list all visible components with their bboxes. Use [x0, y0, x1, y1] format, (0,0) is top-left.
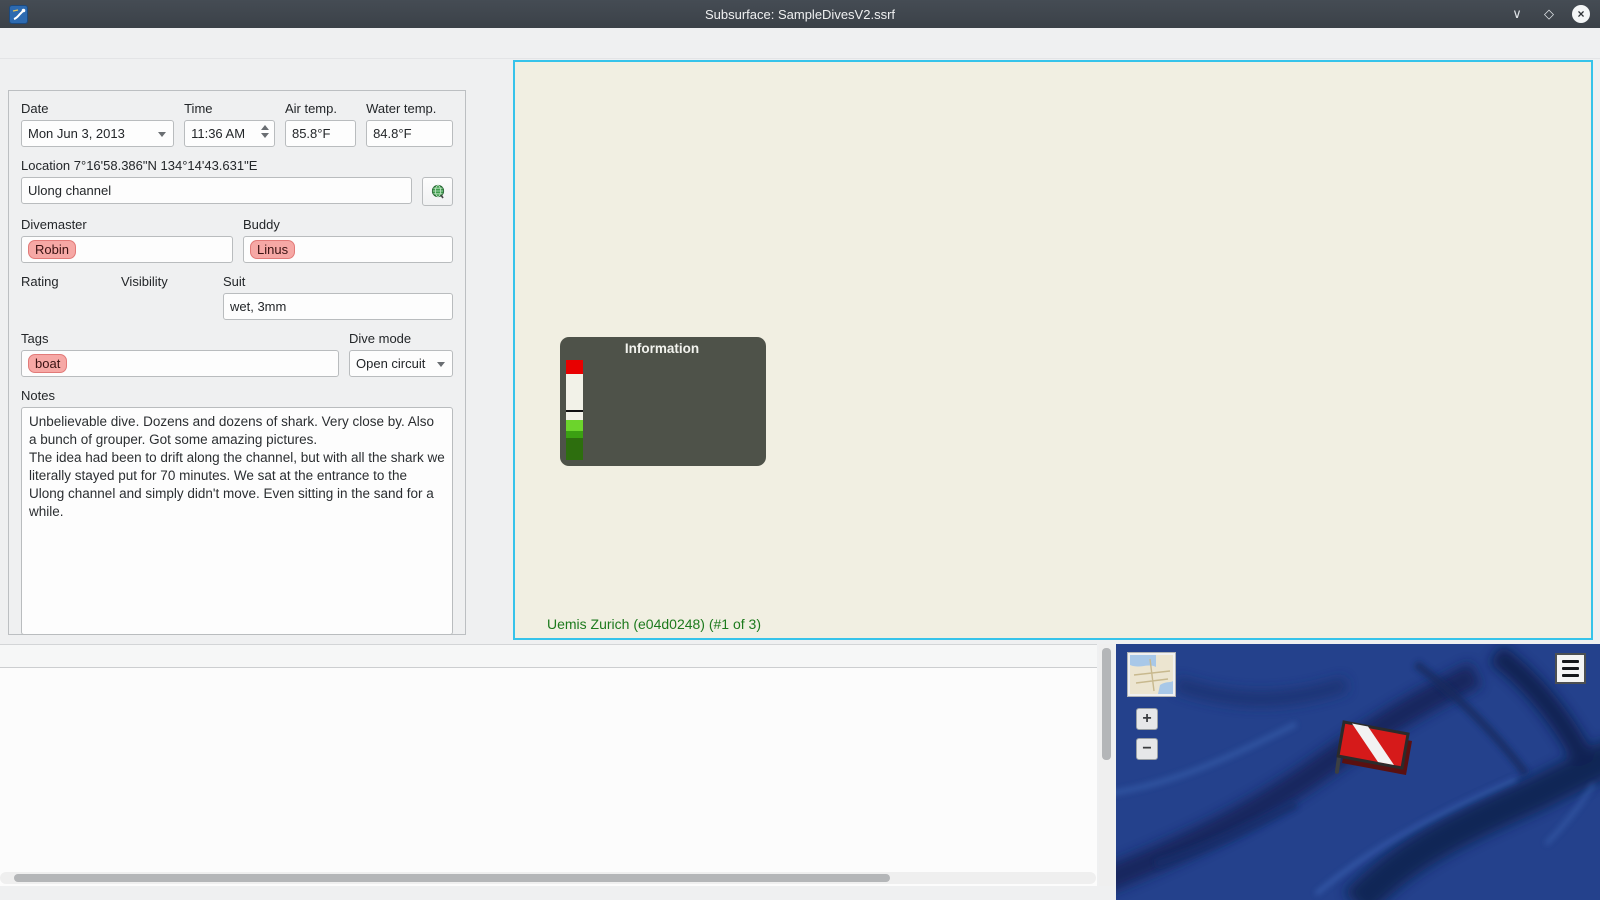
- dive-list: [0, 644, 1097, 886]
- divemaster-label: Divemaster: [21, 217, 87, 232]
- spinner-arrows-icon[interactable]: [260, 125, 269, 138]
- chevron-down-icon: [158, 132, 167, 137]
- map-zoom-out-button[interactable]: −: [1136, 738, 1158, 760]
- map-canvas[interactable]: [1116, 644, 1600, 900]
- buddy-tag[interactable]: Linus: [250, 240, 296, 259]
- buddy-label: Buddy: [243, 217, 280, 232]
- menu-bar: [0, 28, 1600, 59]
- horizontal-scrollbar[interactable]: [0, 872, 1096, 884]
- profile-infobox: Information: [560, 337, 766, 466]
- tab-bar: [8, 62, 466, 91]
- map-menu-button[interactable]: [1555, 653, 1586, 684]
- overview-minimap[interactable]: [1127, 652, 1176, 697]
- globe-button[interactable]: [422, 177, 453, 206]
- notes-label: Notes: [21, 388, 55, 403]
- title-bar: Subsurface: SampleDivesV2.ssrf ∨ ◇ ×: [0, 0, 1600, 28]
- date-combobox[interactable]: Mon Jun 3, 2013: [21, 120, 175, 147]
- dive-list-header[interactable]: [0, 645, 1097, 668]
- map-zoom-in-button[interactable]: +: [1136, 708, 1158, 730]
- visibility-label: Visibility: [121, 274, 168, 289]
- dive-computer-label: Uemis Zurich (e04d0248) (#1 of 3): [547, 616, 761, 632]
- maximize-button[interactable]: ◇: [1540, 5, 1558, 23]
- close-button[interactable]: ×: [1572, 5, 1590, 23]
- tags-label: Tags: [21, 331, 49, 346]
- infobox-title: Information: [624, 341, 700, 356]
- divemode-label: Dive mode: [349, 331, 412, 346]
- vertical-scrollbar[interactable]: [1099, 644, 1114, 886]
- time-label: Time: [184, 101, 213, 116]
- tags-input[interactable]: boat: [21, 350, 339, 377]
- watertemp-label: Water temp.: [366, 101, 437, 116]
- globe-icon: [431, 184, 444, 198]
- suit-input[interactable]: wet, 3mm: [223, 293, 453, 320]
- chevron-down-icon: [437, 362, 445, 367]
- location-label: Location 7°16'58.386"N 134°14'43.631"E: [21, 158, 258, 173]
- divemode-combobox[interactable]: Open circuit: [349, 350, 453, 377]
- divemaster-tag[interactable]: Robin: [28, 240, 76, 259]
- time-spinbox[interactable]: 11:36 AM: [184, 120, 275, 147]
- rating-label: Rating: [21, 274, 59, 289]
- dive-info-panel: Date Mon Jun 3, 2013 Time 11:36 AM Air t…: [8, 62, 466, 635]
- date-label: Date: [21, 101, 49, 116]
- notes-textarea[interactable]: Unbelievable dive. Dozens and dozens of …: [21, 407, 453, 635]
- buddy-input[interactable]: Linus: [243, 236, 453, 263]
- hscroll-thumb[interactable]: [14, 874, 890, 882]
- profile-toolbar: [476, 63, 513, 637]
- dive-site-map[interactable]: + −: [1116, 644, 1600, 900]
- tag-pill[interactable]: boat: [28, 354, 68, 373]
- divemaster-input[interactable]: Robin: [21, 236, 233, 263]
- tissue-chip-icon: [566, 360, 583, 460]
- location-input[interactable]: Ulong channel: [21, 177, 412, 204]
- notes-tab-content: Date Mon Jun 3, 2013 Time 11:36 AM Air t…: [8, 90, 466, 635]
- airtemp-label: Air temp.: [284, 101, 337, 116]
- window-title: Subsurface: SampleDivesV2.ssrf: [704, 6, 896, 22]
- dive-profile-panel: Information Uemis Zurich (e04d0248) (#1 …: [513, 60, 1593, 640]
- minimize-button[interactable]: ∨: [1508, 5, 1526, 23]
- vscroll-thumb[interactable]: [1102, 648, 1111, 760]
- watertemp-field[interactable]: 84.8°F: [366, 120, 453, 147]
- airtemp-field[interactable]: 85.8°F: [284, 120, 357, 147]
- suit-label: Suit: [223, 274, 246, 289]
